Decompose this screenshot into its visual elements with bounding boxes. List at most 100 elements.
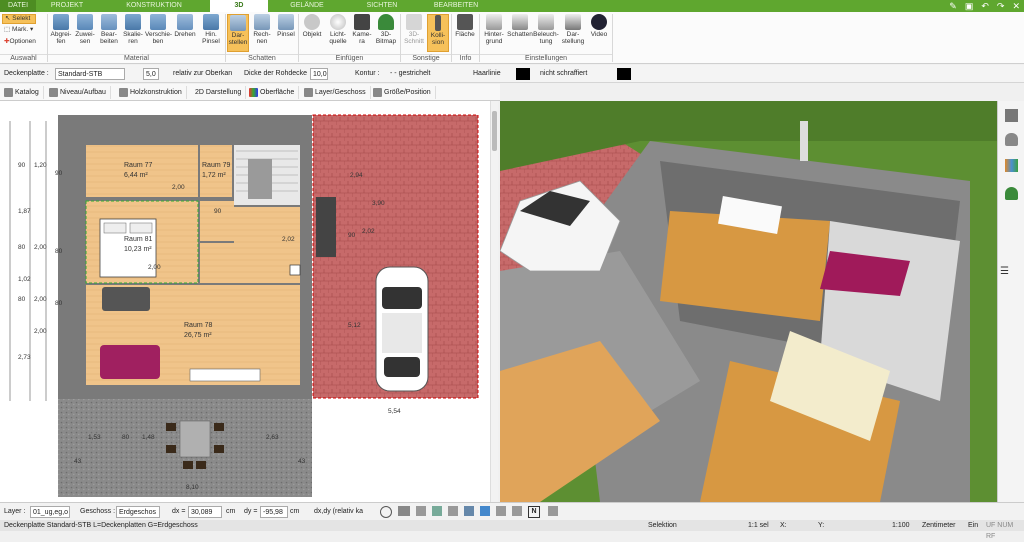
status-message: Deckenplatte Standard-STB L=Deckenplatte… — [4, 522, 198, 529]
btn-label: Oberfläche — [260, 89, 295, 96]
2d-darstellung-button[interactable]: 2D Darstellung — [190, 86, 247, 99]
darstellen-button[interactable]: Dar- stellen — [227, 14, 249, 52]
north-icon[interactable]: N — [528, 506, 540, 518]
type-select[interactable]: Standard-STB — [55, 68, 125, 80]
status-unit: Zentimeter — [922, 522, 956, 529]
view-icon[interactable] — [464, 506, 474, 516]
close-icon[interactable]: ✕ — [1012, 1, 1020, 12]
darstellung-button[interactable]: Dar- stellung — [559, 14, 587, 45]
floor-plan-view[interactable]: Raum 77 6,44 m² Raum 79 1,72 m² Raum 81 … — [0, 101, 496, 502]
tree-icon — [378, 14, 394, 30]
drehen-button[interactable]: Drehen — [173, 14, 197, 38]
measure-icon[interactable] — [496, 506, 506, 516]
optionen-button[interactable]: ✚Optionen — [2, 38, 46, 48]
grid-icon[interactable] — [432, 506, 442, 516]
layer-select[interactable]: 01_ug,eg,o — [30, 506, 70, 518]
tab-bearbeiten[interactable]: BEARBEITEN — [418, 0, 494, 12]
monitor-icon[interactable] — [398, 506, 410, 516]
contour-select[interactable]: - - gestrichelt — [390, 68, 445, 80]
plan-vertical-scrollbar[interactable] — [490, 101, 498, 502]
scroll-thumb[interactable] — [492, 111, 497, 151]
hash-icon[interactable] — [512, 506, 522, 516]
chair-icon[interactable] — [1005, 133, 1018, 146]
katalog-button[interactable]: Katalog — [2, 86, 44, 99]
coord-mode-select[interactable]: dx,dy (relativ ka — [314, 506, 363, 518]
relative-select[interactable]: relativ zur Oberkan — [173, 68, 232, 80]
geschoss-select[interactable]: Erdgeschos — [116, 506, 160, 518]
btn-label: Skalie- ren — [123, 31, 143, 45]
3d-bitmap-button[interactable]: 3D- Bitmap — [374, 14, 398, 45]
tab-3d[interactable]: 3D — [210, 0, 268, 12]
ruler-icon[interactable] — [548, 506, 558, 516]
dx-input[interactable]: 30,089 — [188, 506, 222, 518]
hin-pinsel-button[interactable]: Hin. Pinsel — [199, 14, 223, 45]
pen-icon[interactable]: ✎ — [949, 1, 957, 12]
niveau-button[interactable]: Niveau/Aufbau — [47, 86, 111, 99]
verschieben-button[interactable]: Verschie- ben — [145, 14, 172, 45]
tab-konstruktion[interactable]: KONSTRUKTION — [98, 0, 210, 12]
clock-icon[interactable] — [380, 506, 392, 518]
optionen-label: Optionen — [9, 38, 36, 45]
btn-label: Dar- stellung — [561, 31, 585, 45]
groesse-position-button[interactable]: Größe/Position — [371, 86, 436, 99]
dy-input[interactable]: -95,98 — [260, 506, 288, 518]
bearbeiten-button[interactable]: Bear- beiten — [97, 14, 121, 45]
line-select[interactable]: Haarlinie — [473, 68, 513, 80]
objekt-button[interactable]: Objekt — [300, 14, 324, 38]
selekt-button[interactable]: ↖ Selekt — [2, 14, 36, 24]
status-bar: Deckenplatte Standard-STB L=Deckenplatte… — [0, 520, 1024, 540]
lichtquelle-button[interactable]: Licht- quelle — [326, 14, 350, 45]
video-button[interactable]: Video — [588, 14, 610, 38]
tab-gelaende[interactable]: GELÄNDE — [268, 0, 346, 12]
tab-projekt[interactable]: PROJEKT — [36, 0, 98, 12]
height-input[interactable]: 5,0 — [143, 68, 159, 80]
dim-label: 90 — [55, 170, 63, 177]
tab-sichten[interactable]: SICHTEN — [346, 0, 418, 12]
brush-icon — [203, 14, 219, 30]
dim-label: 2,00 — [34, 244, 47, 251]
ortho-icon[interactable] — [448, 506, 458, 516]
compute-icon — [254, 14, 270, 30]
save-icon[interactable]: ▣ — [965, 1, 974, 12]
dy-unit: cm — [290, 508, 300, 515]
snap-icon[interactable] — [416, 506, 426, 516]
skalieren-button[interactable]: Skalie- ren — [122, 14, 144, 45]
undo-icon[interactable]: ↶ — [981, 1, 989, 12]
tree-icon[interactable] — [1005, 187, 1018, 200]
zuweisen-button[interactable]: Zuwei- sen — [74, 14, 96, 45]
contour-value: gestrichelt — [398, 70, 431, 77]
room-area: 26,75 m² — [184, 332, 212, 339]
mark-button[interactable]: ⬚ Mark. ▾ — [2, 26, 42, 36]
dim-label: 1,02 — [18, 276, 31, 283]
assign-icon — [77, 14, 93, 30]
group-material: Material — [48, 54, 225, 64]
line-color-swatch[interactable] — [516, 68, 530, 80]
pinsel-button[interactable]: Pinsel — [275, 14, 297, 38]
layer-view-icon[interactable] — [480, 506, 490, 516]
flaeche-button[interactable]: Fläche — [453, 14, 477, 38]
beleuchtung-button[interactable]: Beleuch- tung — [533, 14, 559, 45]
group-info: Info — [452, 54, 479, 64]
tab-datei[interactable]: DATEI — [0, 0, 36, 12]
element-label: Deckenplatte : — [4, 70, 49, 77]
hatch-color-swatch[interactable] — [617, 68, 631, 80]
kollision-button[interactable]: Kolli- sion — [427, 14, 449, 52]
oberflaeche-button[interactable]: Oberfläche — [247, 86, 300, 99]
kamera-button[interactable]: Kame- ra — [351, 14, 373, 45]
hintergrund-button[interactable]: Hinter- grund — [481, 14, 507, 45]
abgreifen-button[interactable]: Abgrei- fen — [50, 14, 72, 45]
dim-label: 80 — [18, 296, 26, 303]
3d-schnitt-button[interactable]: 3D- Schnitt — [402, 14, 426, 45]
layer-geschoss-button[interactable]: Layer/Geschoss — [302, 86, 371, 99]
3d-view[interactable] — [500, 101, 997, 502]
hamburger-icon[interactable]: ☰ — [1000, 267, 1023, 277]
redo-icon[interactable]: ↷ — [997, 1, 1005, 12]
hatch-select[interactable]: nicht schraffiert — [540, 68, 600, 80]
layers-icon[interactable] — [1005, 109, 1018, 122]
holzkonstruktion-button[interactable]: Holzkonstruktion — [117, 86, 187, 99]
room-area: 6,44 m² — [124, 172, 148, 179]
rechnen-button[interactable]: Rech- nen — [251, 14, 273, 45]
thickness-input[interactable]: 10,0 — [310, 68, 328, 80]
schatten-button[interactable]: Schatten — [507, 14, 533, 38]
materials-icon[interactable] — [1005, 159, 1018, 172]
